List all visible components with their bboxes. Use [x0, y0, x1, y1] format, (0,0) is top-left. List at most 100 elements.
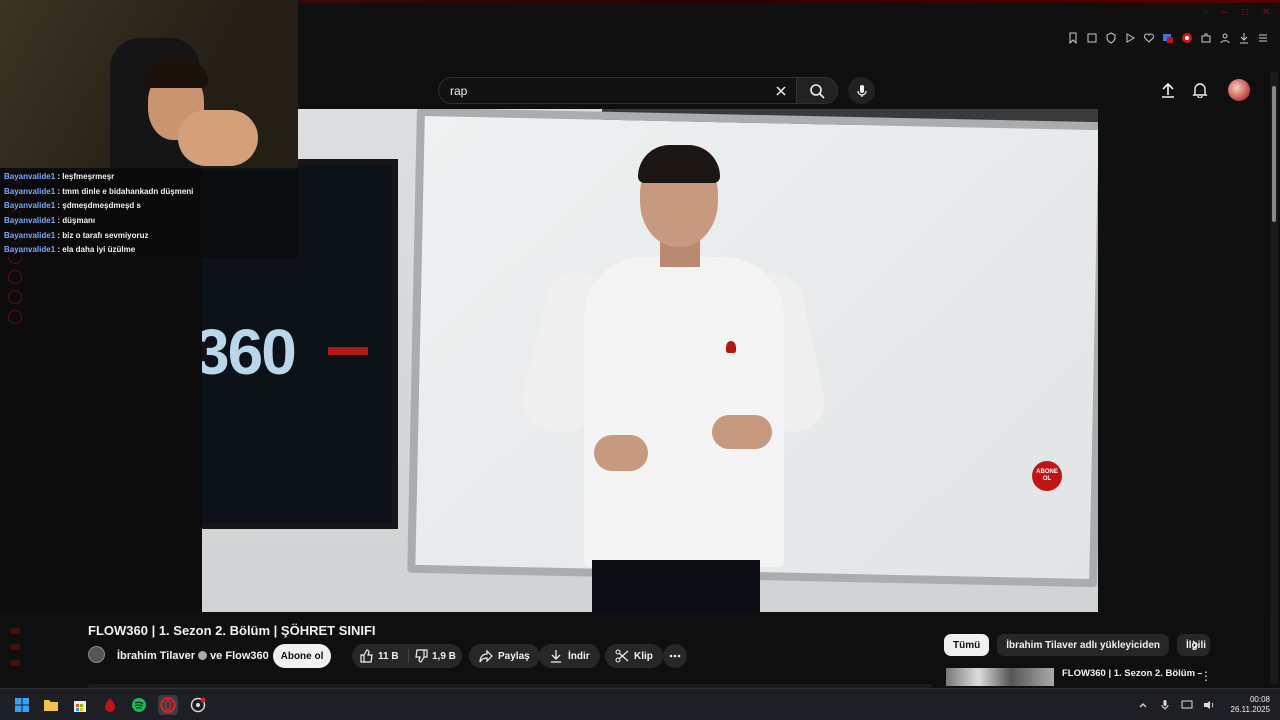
recommendation-thumbnail[interactable] — [946, 668, 1054, 686]
download-label: İndir — [568, 650, 590, 662]
screenshot-icon[interactable] — [1084, 30, 1099, 45]
heart-icon[interactable] — [1141, 30, 1156, 45]
chat-message: Bayanvalide1 : leşfmeşrmeşr — [0, 170, 298, 185]
taskbar-spotify[interactable] — [129, 695, 149, 715]
share-button[interactable]: Paylaş — [469, 644, 540, 668]
maximize-icon[interactable]: □ — [1242, 8, 1252, 18]
notifications-button[interactable] — [1190, 80, 1210, 100]
video-player[interactable]: 360 — [202, 109, 1098, 612]
chevron-right-icon — [1192, 640, 1199, 650]
video-info: FLOW360 | 1. Sezon 2. Bölüm | ŞÖHRET SIN… — [88, 622, 938, 684]
person-shirt — [584, 257, 784, 567]
chat-text: : ela daha iyi üzülme — [57, 245, 136, 255]
chat-overlay: Bayanvalide1 : leşfmeşrmeşr Bayanvalide1… — [0, 170, 298, 259]
like-count: 11 B — [378, 650, 399, 662]
chat-text: : düşmanı — [57, 216, 96, 226]
tv-logo-bar — [328, 347, 368, 355]
game-launcher-icon — [190, 697, 206, 713]
like-button[interactable]: 11 B — [360, 644, 399, 668]
clip-button[interactable]: Klip — [605, 644, 663, 668]
window-controls: ○ – □ ✕ — [1202, 8, 1272, 18]
streamer-hair — [144, 60, 208, 88]
search-query: rap — [450, 84, 468, 98]
tv-logo-text: 360 — [202, 316, 297, 388]
account-avatar[interactable] — [1228, 79, 1250, 101]
bell-icon — [1192, 83, 1208, 98]
close-icon[interactable]: ✕ — [1262, 8, 1272, 18]
circle-icon[interactable] — [8, 270, 22, 284]
streamer-hands — [178, 110, 258, 166]
display-icon[interactable] — [1181, 699, 1193, 711]
dislike-count: 1,9 B — [432, 650, 456, 662]
shield-icon[interactable] — [1103, 30, 1118, 45]
chevron-up-icon[interactable] — [1137, 699, 1149, 711]
download-button[interactable]: İndir — [539, 644, 600, 668]
flame-icon — [105, 698, 115, 712]
minimize-icon[interactable]: – — [1222, 8, 1232, 18]
shirt-logo — [726, 341, 736, 353]
chat-username: Bayanvalide1 — [4, 216, 56, 226]
upload-button[interactable] — [1158, 80, 1178, 100]
taskbar-app-red[interactable] — [100, 695, 120, 715]
more-actions-button[interactable] — [663, 644, 687, 668]
recommendation-menu-button[interactable]: ⋮ — [1200, 668, 1212, 684]
dash-icon[interactable] — [10, 628, 20, 634]
channel-collab-text: ve Flow360 — [210, 650, 269, 662]
windows-icon — [15, 698, 29, 712]
subscribe-button[interactable]: Abone ol — [273, 644, 331, 668]
clear-search-button[interactable] — [772, 82, 790, 100]
taskbar-store[interactable] — [70, 695, 90, 715]
video-title: FLOW360 | 1. Sezon 2. Bölüm | ŞÖHRET SIN… — [88, 623, 376, 638]
record-icon[interactable] — [1179, 30, 1194, 45]
chat-text: : şdmeşdmeşdmeşd s — [57, 201, 141, 211]
circle-icon[interactable] — [8, 290, 22, 304]
search-icon[interactable]: ○ — [1202, 8, 1212, 18]
microphone-icon[interactable] — [1159, 699, 1171, 711]
play-icon[interactable] — [1122, 30, 1137, 45]
like-separator — [408, 649, 409, 663]
start-button[interactable] — [12, 695, 32, 715]
recommendation-title[interactable]: FLOW360 | 1. Sezon 2. Bölüm – Şöhret Sın… — [1062, 668, 1202, 686]
chat-username: Bayanvalide1 — [4, 201, 56, 211]
taskbar-discord[interactable] — [188, 695, 208, 715]
chat-username: Bayanvalide1 — [4, 186, 56, 196]
chat-username: Bayanvalide1 — [4, 172, 56, 181]
chat-text: : tmm dinle e bidahankadn düşmeni — [57, 186, 194, 196]
taskbar-opera-gx[interactable] — [158, 695, 178, 715]
voice-search-button[interactable] — [848, 77, 875, 104]
chip-from-uploader[interactable]: İbrahim Tilaver adlı yükleyiciden — [997, 634, 1169, 656]
subscribe-watermark[interactable]: ABONE OL — [1032, 461, 1062, 491]
search-button[interactable] — [796, 77, 838, 104]
verified-icon — [198, 651, 208, 660]
screen: ○ – □ ✕ rap 360 ABONE OL Bayanvalide1: … — [0, 0, 1280, 720]
dash-icon[interactable] — [10, 660, 20, 666]
taskbar-file-explorer[interactable] — [41, 695, 61, 715]
spotify-icon — [132, 698, 146, 712]
profile-icon[interactable] — [1217, 30, 1232, 45]
scrollbar-thumb[interactable] — [1272, 86, 1276, 222]
bookmark-icon[interactable] — [1065, 30, 1080, 45]
volume-icon[interactable] — [1203, 699, 1215, 711]
video-person — [515, 145, 830, 612]
search-input[interactable]: rap — [438, 77, 796, 104]
chips-next-button[interactable] — [1186, 636, 1204, 654]
menu-icon[interactable] — [1255, 30, 1270, 45]
download-icon[interactable] — [1236, 30, 1251, 45]
translate-icon[interactable] — [1160, 30, 1175, 45]
chip-all[interactable]: Tümü — [944, 634, 990, 656]
dislike-button[interactable]: 1,9 B — [414, 644, 456, 668]
dash-icon[interactable] — [10, 644, 20, 650]
taskbar: 00:08 26.11.2025 — [0, 688, 1280, 720]
download-icon — [551, 650, 561, 663]
search-icon — [810, 83, 825, 99]
puzzle-icon[interactable] — [1198, 30, 1213, 45]
chat-username: Bayanvalide1 — [4, 245, 56, 255]
store-icon — [74, 701, 86, 712]
circle-icon[interactable] — [8, 310, 22, 324]
sidebar-bottom-icons — [10, 628, 20, 666]
more-horizontal-icon — [669, 654, 681, 658]
channel-avatar[interactable] — [88, 646, 105, 663]
clock[interactable]: 00:08 26.11.2025 — [1231, 695, 1270, 715]
channel-name[interactable]: İbrahim Tilaver ve Flow360 — [117, 650, 269, 662]
extensions-toolbar — [1065, 30, 1270, 45]
